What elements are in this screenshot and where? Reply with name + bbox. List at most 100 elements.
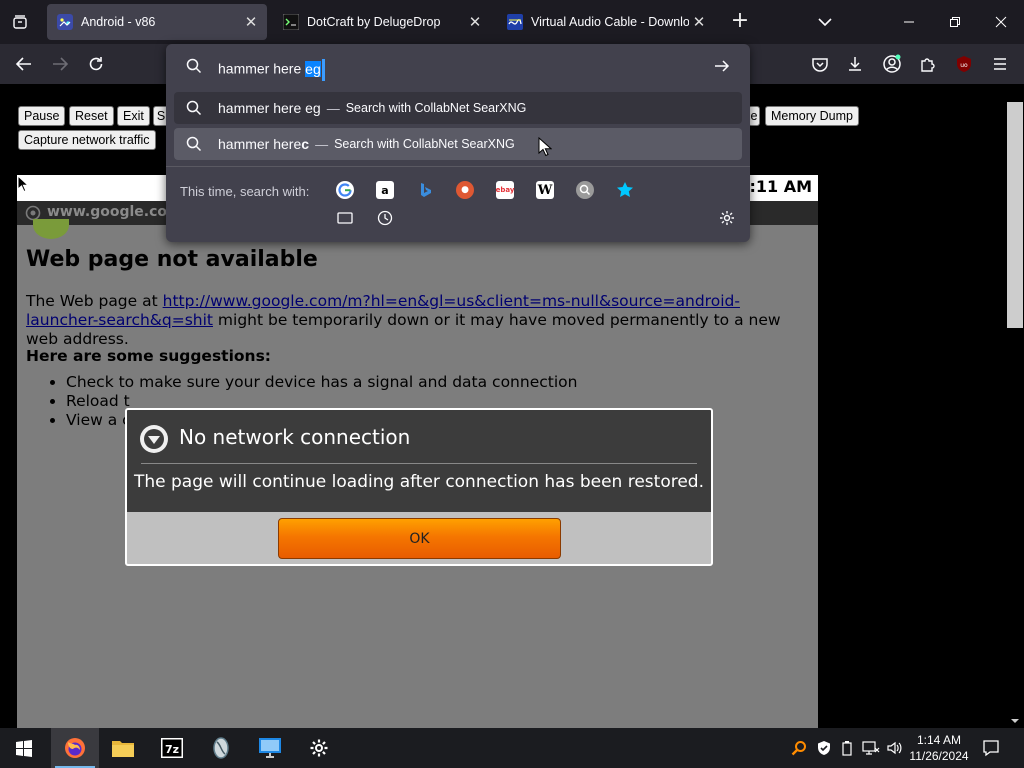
suggestions-heading: Here are some suggestions: (26, 347, 272, 365)
tray-time: 1:14 AM (916, 733, 962, 747)
tray-date: 11/26/2024 (909, 749, 969, 763)
memory-dump-button[interactable]: Memory Dump (765, 106, 859, 126)
dropdown-divider (166, 166, 750, 167)
close-window-icon[interactable] (986, 10, 1016, 34)
query-plain: hammer here (218, 136, 302, 152)
taskbar: 7z 1:14 AM 11/26/2024 (0, 728, 1024, 768)
duckduckgo-icon[interactable]: ● (456, 181, 474, 199)
url-input[interactable]: hammer here eg (174, 48, 742, 84)
scroll-down-arrow-icon[interactable] (1010, 716, 1020, 726)
close-tab-icon[interactable]: ✕ (465, 13, 485, 31)
tray-volume-icon[interactable] (885, 739, 903, 757)
suggestion-row[interactable]: hammer herec — Search with CollabNet Sea… (174, 128, 742, 160)
google-icon[interactable] (336, 181, 354, 199)
tray-battery-icon[interactable] (838, 739, 856, 757)
go-arrow-icon[interactable] (714, 59, 730, 73)
android-robot-icon (33, 219, 69, 239)
paragraph-prefix: The Web page at (26, 292, 163, 310)
list-item: Check to make sure your device has a sig… (66, 373, 577, 392)
scrollbar[interactable] (1006, 84, 1024, 728)
reload-icon[interactable] (84, 52, 108, 76)
bookmarks-star-icon[interactable] (616, 181, 634, 199)
search-icon (186, 136, 202, 152)
tab-list-icon[interactable] (6, 10, 34, 34)
ok-button[interactable]: OK (278, 518, 561, 559)
suggestion-engine: Search with CollabNet SearXNG (345, 101, 527, 115)
downloads-icon[interactable] (843, 52, 867, 76)
reset-button[interactable]: Reset (69, 106, 114, 126)
pocket-icon[interactable] (808, 52, 832, 76)
restore-icon[interactable] (940, 10, 970, 34)
suggestion-dash: — (315, 136, 329, 152)
mouse-cursor-icon (538, 137, 552, 157)
svg-text:uo: uo (960, 62, 968, 69)
forward-arrow-icon[interactable] (48, 52, 72, 76)
tabs-icon[interactable] (336, 209, 354, 227)
wikipedia-icon[interactable]: W (536, 181, 554, 199)
suggestion-dash: — (326, 100, 340, 116)
audio-cable-icon (507, 14, 523, 30)
chevron-down-icon[interactable] (814, 12, 836, 32)
taskbar-app-icon[interactable] (197, 728, 245, 768)
dialog-title: No network connection (179, 425, 411, 449)
taskbar-remote-desktop-icon[interactable] (246, 728, 294, 768)
windows-start-icon[interactable] (0, 728, 48, 768)
alert-down-arrow-icon (140, 425, 168, 453)
query-bold: c (301, 136, 310, 152)
suggestion-query: hammer here eg (218, 100, 321, 116)
suggestion-row[interactable]: hammer here eg — Search with CollabNet S… (174, 92, 742, 124)
hamburger-menu-icon[interactable] (988, 52, 1012, 76)
tab-bar: Android - v86 ✕ DotCraft by DelugeDrop ✕… (0, 0, 1024, 44)
taskbar-7zip-icon[interactable]: 7z (148, 728, 196, 768)
taskbar-settings-gear-icon[interactable] (295, 728, 343, 768)
dialog-divider (141, 463, 697, 464)
search-icon (186, 58, 202, 74)
ublock-origin-icon[interactable]: uo (952, 52, 976, 76)
dialog-header: No network connection The page will cont… (127, 410, 711, 512)
new-tab-plus-icon[interactable]: + (728, 10, 752, 34)
no-network-dialog: No network connection The page will cont… (125, 408, 713, 566)
taskbar-firefox-icon[interactable] (51, 728, 99, 768)
searxng-icon[interactable] (576, 181, 594, 199)
extensions-icon[interactable] (916, 52, 940, 76)
url-input-text: hammer here eg (218, 59, 325, 81)
search-icon (186, 100, 202, 116)
svg-text:7z: 7z (165, 743, 179, 756)
back-arrow-icon[interactable] (12, 52, 36, 76)
error-paragraph: The Web page at http://www.google.com/m?… (26, 292, 786, 349)
suggestion-query: hammer herec (218, 136, 309, 152)
tab-title: Android - v86 (81, 15, 156, 29)
pause-button[interactable]: Pause (18, 106, 66, 126)
account-icon[interactable] (880, 52, 904, 76)
tab-title: Virtual Audio Cable - Downloa (531, 15, 689, 29)
text-caret (321, 59, 325, 81)
android-emulator-icon (57, 14, 73, 30)
minimize-icon[interactable] (894, 10, 924, 34)
bing-icon[interactable] (416, 181, 434, 199)
scrollbar-thumb[interactable] (1007, 102, 1023, 328)
close-tab-icon[interactable]: ✕ (689, 13, 709, 31)
page-title: Web page not available (26, 247, 318, 272)
close-tab-icon[interactable]: ✕ (241, 13, 261, 31)
taskbar-file-explorer-icon[interactable] (99, 728, 147, 768)
typed-text: hammer here (218, 60, 306, 77)
oneoff-label: This time, search with: (180, 184, 310, 199)
exit-button[interactable]: Exit (117, 106, 150, 126)
ebay-icon[interactable]: ebay (496, 181, 514, 199)
tab-title: DotCraft by DelugeDrop (307, 15, 441, 29)
suggestion-engine: Search with CollabNet SearXNG (334, 137, 515, 151)
tray-search-icon[interactable] (790, 739, 808, 757)
tray-security-shield-icon[interactable] (815, 739, 833, 757)
search-settings-gear-icon[interactable] (718, 209, 736, 227)
amazon-icon[interactable]: a (376, 181, 394, 199)
tab-dotcraft[interactable]: DotCraft by DelugeDrop ✕ (273, 4, 491, 40)
notifications-icon[interactable] (982, 739, 1000, 757)
tray-network-icon[interactable] (862, 739, 880, 757)
dialog-message: The page will continue loading after con… (133, 472, 704, 492)
autocomplete-selection: eg (305, 60, 321, 77)
history-clock-icon[interactable] (376, 209, 394, 227)
tab-android[interactable]: Android - v86 ✕ (47, 4, 267, 40)
capture-network-button[interactable]: Capture network traffic (18, 130, 156, 150)
tray-clock[interactable]: 1:14 AM 11/26/2024 (904, 732, 974, 764)
tab-virtual-audio-cable[interactable]: Virtual Audio Cable - Downloa ✕ (497, 4, 715, 40)
